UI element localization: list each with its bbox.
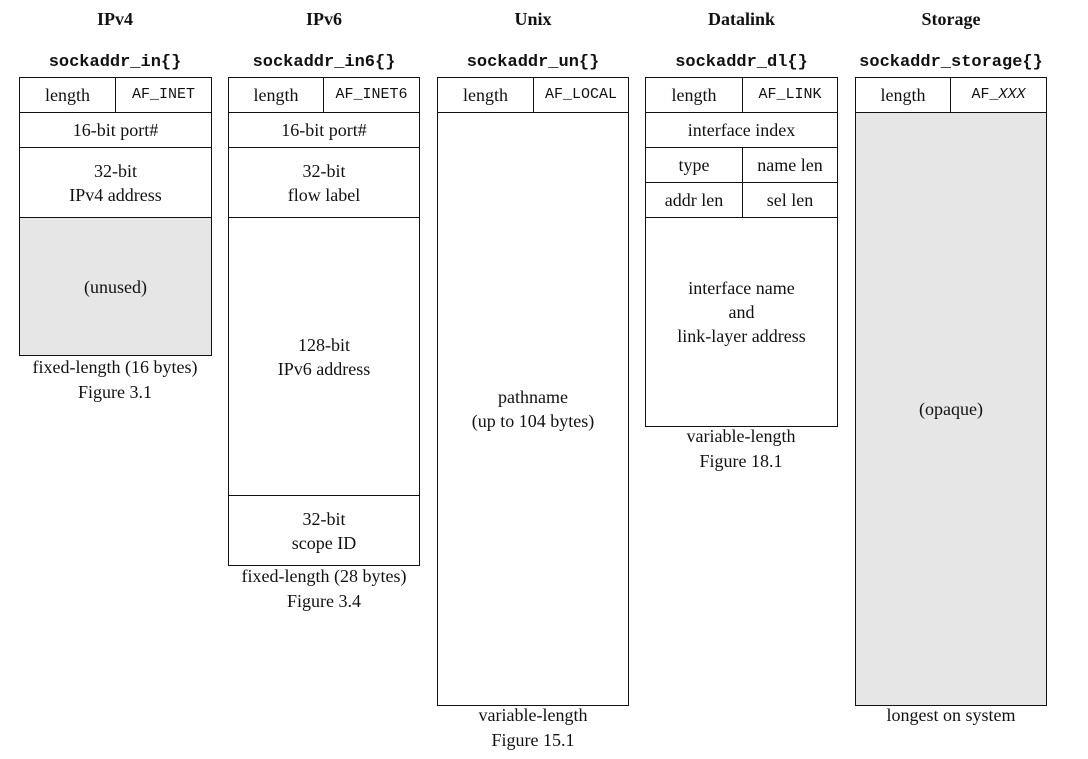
type-label: type xyxy=(678,155,710,175)
family-label: AF_LOCAL xyxy=(544,86,617,103)
struct-name-sockaddr-storage: sockaddr_storage{} xyxy=(859,53,1043,72)
unused-label: (unused) xyxy=(84,276,147,297)
name-len-label: name len xyxy=(757,155,823,175)
family-label: AF_INET xyxy=(131,86,195,103)
scope-label: scope ID xyxy=(291,532,357,553)
address-size: 128-bit xyxy=(298,334,350,355)
sel-len-label: sel len xyxy=(766,190,814,210)
port-field: 16-bit port# xyxy=(19,112,212,148)
port-field: 16-bit port# xyxy=(228,112,420,148)
link-layer-label: link-layer address xyxy=(677,326,806,346)
length-field: length xyxy=(228,77,324,113)
caption: variable-length xyxy=(478,705,588,725)
family-placeholder: XXX xyxy=(998,86,1026,103)
family-field: AF_LOCAL xyxy=(533,77,629,113)
length-field: length xyxy=(855,77,951,113)
length-label: length xyxy=(671,85,717,105)
length-label: length xyxy=(45,85,90,105)
address-field: 128-bit IPv6 address xyxy=(228,217,420,496)
address-field: 32-bit IPv4 address xyxy=(19,147,212,218)
length-label: length xyxy=(880,85,926,105)
address-label: IPv4 address xyxy=(69,184,162,205)
family-prefix: AF_ xyxy=(971,86,999,103)
length-field: length xyxy=(437,77,534,113)
length-label: length xyxy=(463,85,508,105)
port-label: 16-bit port# xyxy=(72,120,159,140)
port-label: 16-bit port# xyxy=(281,120,367,140)
scope-size: 32-bit xyxy=(302,508,346,529)
address-size: 32-bit xyxy=(94,160,137,181)
interface-index-field: interface index xyxy=(645,112,838,148)
column-title-ipv4: IPv4 xyxy=(97,9,133,29)
figure-ref: Figure 3.1 xyxy=(78,382,152,402)
column-title-storage: Storage xyxy=(921,9,981,29)
length-field: length xyxy=(19,77,116,113)
caption: longest on system xyxy=(886,705,1016,725)
column-title-unix: Unix xyxy=(514,9,552,29)
family-field: AF_INET6 xyxy=(323,77,420,113)
struct-name-sockaddr-un: sockaddr_un{} xyxy=(466,53,600,72)
addr-len-field: addr len xyxy=(645,182,743,218)
length-label: length xyxy=(253,85,299,105)
interface-index-label: interface index xyxy=(687,120,796,140)
and-label: and xyxy=(728,302,755,322)
pathname-label: pathname xyxy=(498,387,568,407)
pathname-size: (up to 104 bytes) xyxy=(471,411,595,431)
figure-ref: Figure 18.1 xyxy=(699,451,783,471)
flow-label: flow label xyxy=(287,184,361,205)
addr-len-label: addr len xyxy=(664,190,724,210)
family-field: AF_INET xyxy=(115,77,212,113)
scope-id-field: 32-bit scope ID xyxy=(228,495,420,566)
column-title-datalink: Datalink xyxy=(707,9,776,29)
unused-field: (unused) xyxy=(19,217,212,356)
name-len-field: name len xyxy=(742,147,838,183)
pathname-field: pathname (up to 104 bytes) xyxy=(437,112,629,706)
family-field: AF_LINK xyxy=(742,77,838,113)
caption: fixed-length (16 bytes) xyxy=(32,357,198,377)
flow-size: 32-bit xyxy=(302,160,346,181)
struct-name-sockaddr-in6: sockaddr_in6{} xyxy=(252,53,396,72)
family-label: AF_LINK xyxy=(758,86,822,103)
column-title-ipv6: IPv6 xyxy=(306,9,342,29)
family-field: AF_ XXX xyxy=(950,77,1047,113)
interface-name-label: interface name xyxy=(688,278,795,298)
family-label: AF_INET6 xyxy=(335,86,408,103)
caption: fixed-length (28 bytes) xyxy=(241,566,407,586)
figure-ref: Figure 15.1 xyxy=(491,730,575,750)
length-field: length xyxy=(645,77,743,113)
opaque-label: (opaque) xyxy=(919,399,983,419)
sel-len-field: sel len xyxy=(742,182,838,218)
interface-name-field: interface name and link-layer address xyxy=(645,217,838,427)
caption: variable-length xyxy=(686,426,796,446)
address-label: IPv6 address xyxy=(277,358,371,379)
struct-name-sockaddr-dl: sockaddr_dl{} xyxy=(675,53,808,72)
struct-name-sockaddr-in: sockaddr_in{} xyxy=(48,53,182,72)
flow-label-field: 32-bit flow label xyxy=(228,147,420,218)
type-field: type xyxy=(645,147,743,183)
opaque-field: (opaque) xyxy=(855,112,1047,706)
figure-ref: Figure 3.4 xyxy=(287,591,361,611)
